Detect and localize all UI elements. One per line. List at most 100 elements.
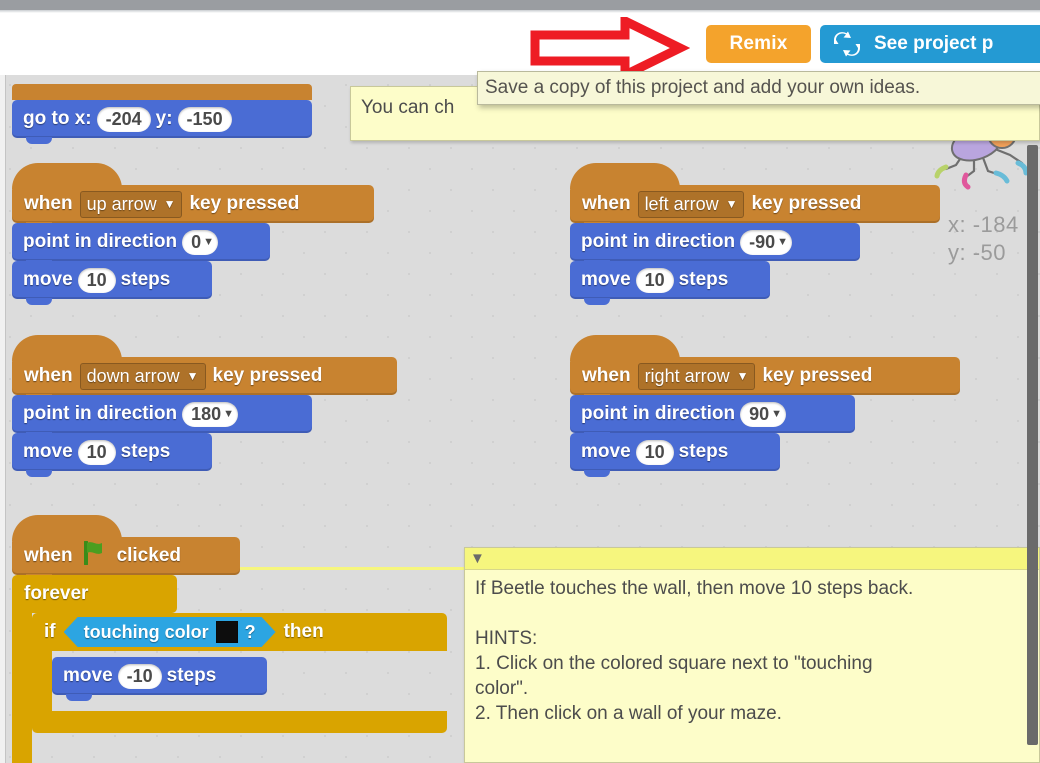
key-pressed-label: key pressed bbox=[751, 193, 862, 214]
hat-cap bbox=[12, 163, 122, 189]
block-move-steps-right[interactable]: move 10 steps bbox=[570, 433, 780, 477]
direction-value-180: 180 bbox=[191, 403, 222, 424]
block-when-key-pressed-down[interactable]: when down arrow ▼ key pressed bbox=[12, 335, 397, 401]
key-dropdown-down[interactable]: down arrow ▼ bbox=[79, 362, 206, 390]
key-dropdown-up[interactable]: up arrow ▼ bbox=[79, 190, 183, 218]
see-project-page-button[interactable]: See project p bbox=[820, 25, 1040, 63]
forever-left-arm bbox=[12, 613, 32, 763]
scripts-canvas[interactable]: go to x: -204 y: -150 when up arrow ▼ ke… bbox=[0, 75, 1040, 763]
forever-header[interactable]: forever bbox=[12, 575, 177, 613]
remix-button[interactable]: Remix bbox=[706, 25, 811, 63]
remix-tooltip-text: Save a copy of this project and add your… bbox=[485, 77, 921, 98]
move-label: move bbox=[581, 441, 631, 462]
key-pressed-label: key pressed bbox=[762, 365, 873, 386]
move-steps-input-left[interactable]: 10 bbox=[635, 267, 674, 293]
hat-cap bbox=[570, 163, 680, 189]
goto-x-input[interactable]: -204 bbox=[96, 106, 151, 132]
hint-line-4: color". bbox=[475, 678, 529, 699]
point-direction-label: point in direction bbox=[581, 403, 736, 424]
block-touching-color[interactable]: touching color ? bbox=[64, 617, 276, 647]
direction-input-180[interactable]: 180 ▼ bbox=[182, 401, 239, 427]
direction-input-neg90[interactable]: -90 ▼ bbox=[740, 229, 793, 255]
script-left-arrow[interactable]: when left arrow ▼ key pressed point in d… bbox=[570, 163, 940, 305]
block-move-steps-left[interactable]: move 10 steps bbox=[570, 261, 770, 305]
canvas-vertical-scrollbar[interactable] bbox=[1027, 145, 1038, 745]
block-above-fragment bbox=[12, 84, 312, 100]
chevron-down-icon: ▼ bbox=[203, 236, 215, 248]
block-move-steps-down[interactable]: move 10 steps bbox=[12, 433, 212, 477]
clicked-label: clicked bbox=[116, 545, 181, 566]
steps-label: steps bbox=[166, 665, 217, 686]
move-label: move bbox=[63, 665, 113, 686]
recycle-arrows-icon bbox=[832, 31, 862, 57]
script-up-arrow[interactable]: when up arrow ▼ key pressed point in dir… bbox=[12, 163, 374, 305]
when-label: when bbox=[24, 365, 73, 386]
block-when-key-pressed-right[interactable]: when right arrow ▼ key pressed bbox=[570, 335, 960, 401]
remix-tooltip: Save a copy of this project and add your… bbox=[477, 71, 1040, 105]
hint-comment-body: If Beetle touches the wall, then move 10… bbox=[465, 570, 1039, 726]
hint-comment-titlebar[interactable]: ▼ bbox=[465, 548, 1039, 570]
see-project-page-label: See project p bbox=[874, 33, 994, 54]
block-forever[interactable]: forever if touching color ? then move -1… bbox=[12, 575, 482, 763]
block-if-then[interactable]: if touching color ? then move -10 steps bbox=[32, 613, 482, 733]
touching-color-label: touching color bbox=[83, 621, 209, 642]
goto-y-input[interactable]: -150 bbox=[177, 106, 232, 132]
block-move-steps-up[interactable]: move 10 steps bbox=[12, 261, 212, 305]
browser-top-bar bbox=[0, 0, 1040, 10]
block-move-neg10-steps[interactable]: move -10 steps bbox=[52, 657, 267, 701]
move-label: move bbox=[23, 441, 73, 462]
if-label: if bbox=[44, 621, 56, 642]
sprite-y-coordinate: y: -50 bbox=[948, 240, 1007, 265]
if-then-header[interactable]: if touching color ? then bbox=[32, 613, 447, 651]
direction-input-0[interactable]: 0 ▼ bbox=[182, 229, 219, 255]
steps-label: steps bbox=[678, 441, 729, 462]
collapse-caret-icon[interactable]: ▼ bbox=[470, 550, 485, 567]
script-down-arrow[interactable]: when down arrow ▼ key pressed point in d… bbox=[12, 335, 397, 477]
block-point-in-direction-180[interactable]: point in direction 180 ▼ bbox=[12, 395, 312, 439]
key-dropdown-right[interactable]: right arrow ▼ bbox=[637, 362, 756, 390]
key-dropdown-right-value: right arrow bbox=[644, 365, 730, 386]
chevron-down-icon: ▼ bbox=[725, 197, 738, 211]
script-green-flag[interactable]: when clicked forever if touching color ?… bbox=[12, 515, 482, 763]
when-label: when bbox=[582, 193, 631, 214]
red-right-arrow-annotation bbox=[530, 13, 691, 83]
color-picker-swatch[interactable] bbox=[216, 621, 238, 643]
move-steps-input-right[interactable]: 10 bbox=[635, 439, 674, 465]
question-mark-label: ? bbox=[244, 621, 256, 642]
forever-label: forever bbox=[24, 583, 89, 604]
point-direction-label: point in direction bbox=[581, 231, 736, 252]
block-point-in-direction-90[interactable]: point in direction 90 ▼ bbox=[570, 395, 855, 439]
key-dropdown-down-value: down arrow bbox=[86, 365, 180, 386]
hat-cap bbox=[12, 515, 122, 541]
direction-value-90: 90 bbox=[749, 403, 770, 424]
move-steps-input-neg10[interactable]: -10 bbox=[117, 663, 162, 689]
block-when-green-flag-clicked[interactable]: when clicked bbox=[12, 515, 240, 581]
block-when-key-pressed-up[interactable]: when up arrow ▼ key pressed bbox=[12, 163, 374, 229]
key-dropdown-left-value: left arrow bbox=[644, 193, 719, 214]
green-flag-icon bbox=[82, 540, 108, 571]
chevron-down-icon: ▼ bbox=[163, 197, 176, 211]
chevron-down-icon: ▼ bbox=[777, 236, 789, 248]
chevron-down-icon: ▼ bbox=[223, 408, 235, 420]
move-steps-input-up[interactable]: 10 bbox=[77, 267, 116, 293]
hat-cap bbox=[570, 335, 680, 361]
palette-divider bbox=[0, 75, 6, 763]
if-left-arm bbox=[32, 651, 52, 711]
chevron-down-icon: ▼ bbox=[186, 369, 199, 383]
sprite-x-coordinate: x: -184 bbox=[948, 212, 1019, 237]
block-go-to-xy[interactable]: go to x: -204 y: -150 bbox=[12, 84, 312, 144]
hint-line-3: 1. Click on the colored square next to "… bbox=[475, 653, 873, 674]
scratch-editor-screen: Remix See project p go to x: -204 y: -15… bbox=[0, 0, 1040, 763]
key-dropdown-left[interactable]: left arrow ▼ bbox=[637, 190, 745, 218]
chevron-down-icon: ▼ bbox=[771, 408, 783, 420]
steps-label: steps bbox=[120, 269, 171, 290]
block-when-key-pressed-left[interactable]: when left arrow ▼ key pressed bbox=[570, 163, 940, 229]
direction-input-90[interactable]: 90 ▼ bbox=[740, 401, 787, 427]
hat-cap bbox=[12, 335, 122, 361]
script-right-arrow[interactable]: when right arrow ▼ key pressed point in … bbox=[570, 335, 960, 477]
block-point-in-direction-neg90[interactable]: point in direction -90 ▼ bbox=[570, 223, 860, 267]
hint-comment[interactable]: ▼ If Beetle touches the wall, then move … bbox=[464, 547, 1040, 763]
when-label: when bbox=[24, 193, 73, 214]
move-steps-input-down[interactable]: 10 bbox=[77, 439, 116, 465]
block-point-in-direction-0[interactable]: point in direction 0 ▼ bbox=[12, 223, 270, 267]
